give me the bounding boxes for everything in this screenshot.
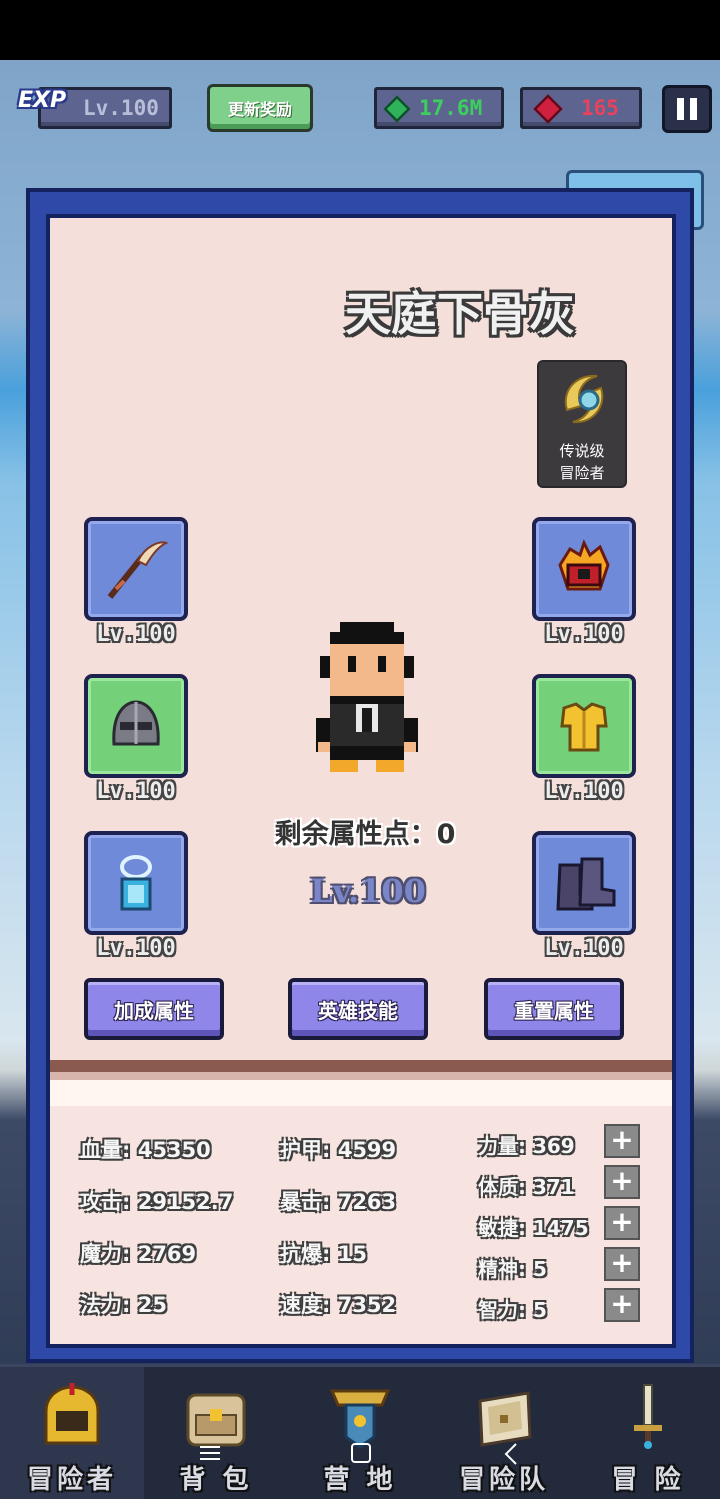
equip-level-necklace: Lv.100 bbox=[96, 936, 176, 961]
equip-slot-weapon[interactable] bbox=[84, 517, 188, 621]
add-intelligence-button[interactable]: + bbox=[604, 1288, 640, 1322]
nav-tab-team[interactable]: 冒险队 bbox=[432, 1367, 576, 1499]
nav-label-adventure: 冒 险 bbox=[611, 1465, 685, 1495]
add-strength-button[interactable]: + bbox=[604, 1124, 640, 1158]
remaining-points: 剩余属性点：0 bbox=[230, 812, 500, 851]
emerald-icon bbox=[383, 95, 411, 123]
exp-badge-icon: EXP bbox=[18, 88, 67, 113]
hero-level: Lv.100 bbox=[310, 872, 426, 910]
stat-magic: 魔力: 2769 bbox=[80, 1242, 197, 1266]
gem-currency-pill[interactable]: 17.6M bbox=[374, 87, 504, 129]
nav-tab-camp[interactable]: 营 地 bbox=[288, 1367, 432, 1499]
equip-level-helmet: Lv.100 bbox=[96, 779, 176, 804]
hero-skills-button[interactable]: 英雄技能 bbox=[288, 978, 428, 1040]
stats-divider-shade bbox=[50, 1072, 672, 1080]
update-reward-button[interactable]: 更新奖励 bbox=[207, 84, 313, 132]
nav-label-adventurer: 冒险者 bbox=[26, 1465, 117, 1495]
ruby-amount: 165 bbox=[581, 96, 619, 120]
scythe-icon bbox=[107, 541, 169, 599]
remaining-points-value: 0 bbox=[436, 819, 456, 850]
equip-slot-boots[interactable] bbox=[532, 831, 636, 935]
system-back-button[interactable] bbox=[498, 1440, 538, 1470]
system-menu-button[interactable] bbox=[196, 1440, 236, 1470]
stat-attack: 攻击: 29152.7 bbox=[80, 1190, 234, 1214]
boots-icon bbox=[556, 857, 616, 911]
legendary-emblem-icon bbox=[564, 374, 604, 424]
ruby-currency-pill[interactable]: 165 bbox=[520, 87, 642, 129]
sword-icon bbox=[634, 1384, 662, 1449]
stat-mana: 法力: 25 bbox=[80, 1293, 167, 1317]
legendary-rank-badge[interactable]: 传说级 冒险者 bbox=[537, 360, 627, 488]
equip-slot-helmet[interactable] bbox=[84, 674, 188, 778]
equip-slot-offhand[interactable] bbox=[532, 517, 636, 621]
equip-slot-armor[interactable] bbox=[532, 674, 636, 778]
rank-line-2: 冒险者 bbox=[559, 464, 605, 482]
attr-constitution: 体质: 371 bbox=[478, 1175, 575, 1199]
necklace-icon bbox=[120, 855, 152, 911]
bottom-nav: 冒险者 背 包 营 地 冒险队 冒 险 bbox=[0, 1364, 720, 1499]
attr-agility: 敏捷: 1475 bbox=[478, 1216, 589, 1240]
stat-speed: 速度: 7352 bbox=[280, 1293, 397, 1317]
crown-helmet-icon bbox=[44, 1383, 100, 1445]
stats-divider-light bbox=[50, 1080, 672, 1106]
add-spirit-button[interactable]: + bbox=[604, 1247, 640, 1281]
attr-spirit: 精神: 5 bbox=[478, 1257, 547, 1281]
gem-amount: 17.6M bbox=[419, 96, 483, 120]
reset-attributes-button[interactable]: 重置属性 bbox=[484, 978, 624, 1040]
add-constitution-button[interactable]: + bbox=[604, 1165, 640, 1199]
helmet-icon bbox=[112, 700, 160, 746]
stats-divider bbox=[50, 1060, 672, 1072]
equip-level-boots: Lv.100 bbox=[544, 936, 624, 961]
nav-tab-backpack[interactable]: 背 包 bbox=[144, 1367, 288, 1499]
add-agility-button[interactable]: + bbox=[604, 1206, 640, 1240]
nav-tab-adventure[interactable]: 冒 险 bbox=[576, 1367, 720, 1499]
pause-button[interactable] bbox=[662, 85, 712, 133]
ruby-icon bbox=[533, 94, 563, 124]
bonus-attributes-button[interactable]: 加成属性 bbox=[84, 978, 224, 1040]
nav-tab-adventurer[interactable]: 冒险者 bbox=[0, 1367, 144, 1499]
hero-name: 天庭下骨灰 bbox=[345, 287, 575, 341]
legendary-rank-text: 传说级 冒险者 bbox=[539, 440, 625, 484]
equip-level-weapon: Lv.100 bbox=[96, 622, 176, 647]
attr-intelligence: 智力: 5 bbox=[478, 1298, 547, 1322]
back-icon bbox=[504, 1443, 517, 1465]
stat-hp: 血量: 45350 bbox=[80, 1138, 211, 1162]
equip-slot-necklace[interactable] bbox=[84, 831, 188, 935]
hero-sprite bbox=[316, 622, 418, 772]
rank-line-1: 传说级 bbox=[559, 442, 605, 460]
remaining-points-label: 剩余属性点： bbox=[274, 819, 437, 850]
attr-strength: 力量: 369 bbox=[478, 1134, 575, 1158]
stat-crit-resist: 抗爆: 15 bbox=[280, 1242, 367, 1266]
player-level: Lv.100 bbox=[83, 96, 159, 120]
stat-armor: 护甲: 4599 bbox=[280, 1138, 397, 1162]
stat-crit: 暴击: 7263 bbox=[280, 1190, 397, 1214]
system-home-button[interactable] bbox=[346, 1440, 386, 1470]
home-icon bbox=[351, 1443, 371, 1463]
fire-gem-icon bbox=[558, 539, 610, 591]
equip-level-offhand: Lv.100 bbox=[544, 622, 624, 647]
armor-icon bbox=[560, 702, 608, 752]
menu-icon bbox=[200, 1446, 220, 1460]
equip-level-armor: Lv.100 bbox=[544, 779, 624, 804]
